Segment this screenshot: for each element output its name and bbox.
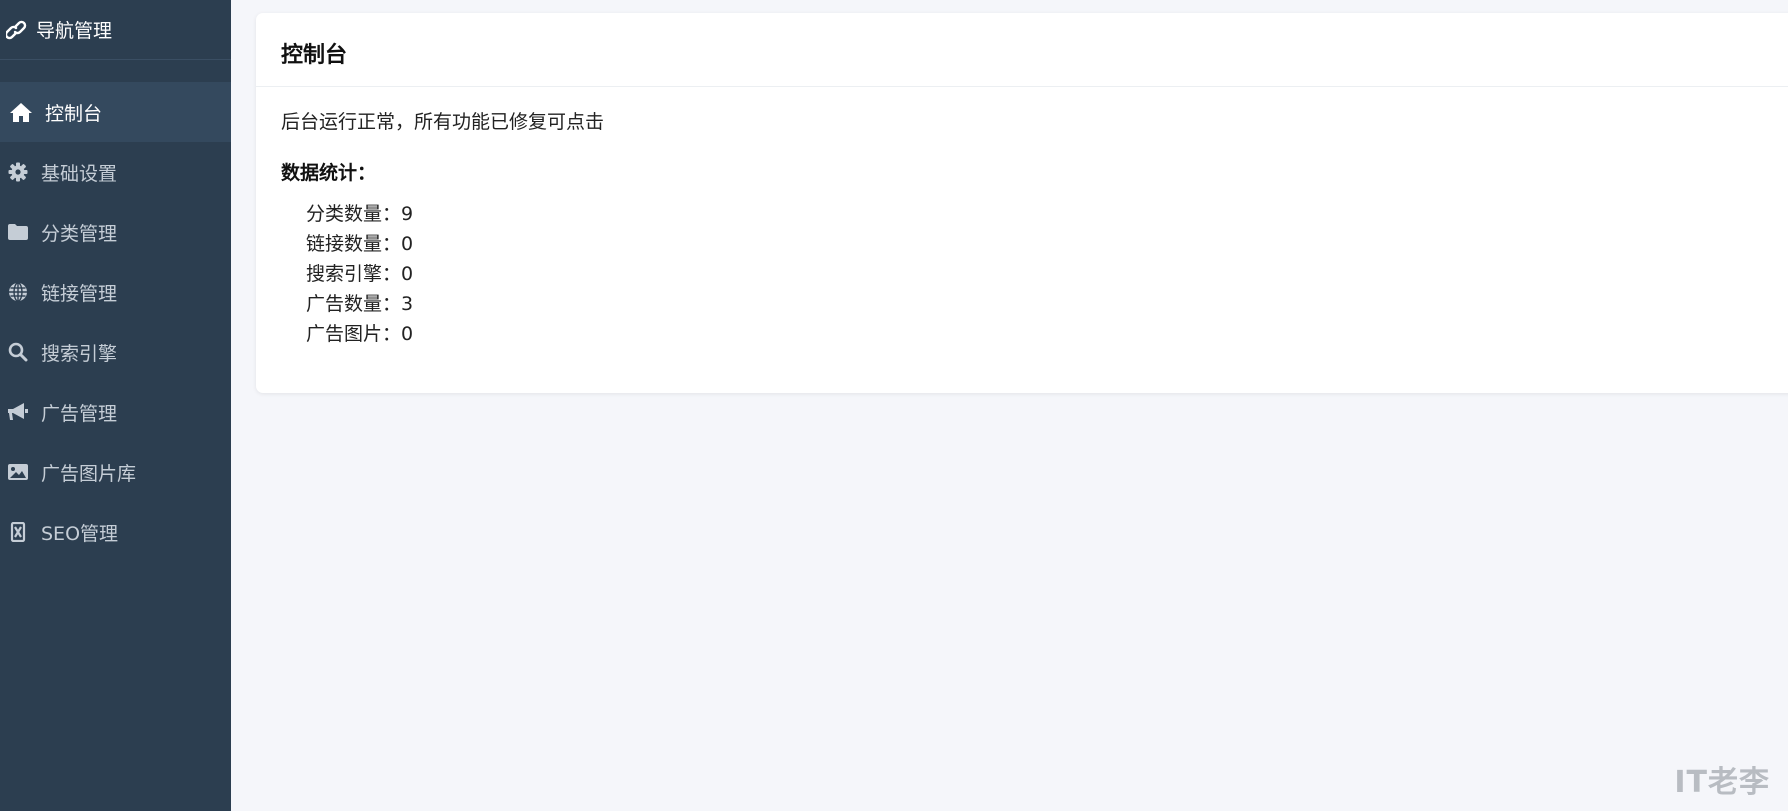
- link-icon: [6, 20, 32, 40]
- sidebar-item-links[interactable]: 链接管理: [0, 262, 231, 322]
- stats-heading: 数据统计：: [281, 162, 377, 184]
- globe-icon: [6, 281, 30, 303]
- sidebar-item-seo[interactable]: SEO管理: [0, 502, 231, 562]
- sidebar-item-ad-images[interactable]: 广告图片库: [0, 442, 231, 502]
- sidebar-item-dashboard[interactable]: 控制台: [0, 82, 231, 142]
- gear-icon: [6, 161, 30, 183]
- sidebar-item-search-engines[interactable]: 搜索引擎: [0, 322, 231, 382]
- image-icon: [6, 461, 30, 483]
- sidebar: 导航管理 控制台 基础设置 分类管理 链接管理 搜索引擎 广告管理 广告图片库 …: [0, 0, 231, 811]
- sidebar-item-categories[interactable]: 分类管理: [0, 202, 231, 262]
- home-icon: [9, 101, 33, 123]
- sidebar-item-label: 广告图片库: [41, 462, 137, 485]
- stats-list: 分类数量：9 链接数量：0 搜索引擎：0 广告数量：3 广告图片：0: [256, 185, 1788, 349]
- sidebar-item-basic-settings[interactable]: 基础设置: [0, 142, 231, 202]
- stat-category-count: 分类数量：9: [306, 203, 414, 225]
- search-icon: [6, 341, 30, 363]
- main-content: 控制台 后台运行正常，所有功能已修复可点击 数据统计： 分类数量：9 链接数量：…: [231, 0, 1788, 811]
- sidebar-item-label: 控制台: [45, 102, 103, 125]
- folder-icon: [6, 221, 30, 243]
- sidebar-item-label: SEO管理: [41, 522, 119, 545]
- page-title: 控制台: [256, 13, 1788, 87]
- stat-ad-count: 广告数量：3: [306, 293, 414, 315]
- sidebar-item-label: 搜索引擎: [41, 342, 118, 365]
- sidebar-menu: 控制台 基础设置 分类管理 链接管理 搜索引擎 广告管理 广告图片库 SEO管理: [0, 82, 231, 562]
- sidebar-item-label: 基础设置: [41, 162, 118, 185]
- dashboard-card: 控制台 后台运行正常，所有功能已修复可点击 数据统计： 分类数量：9 链接数量：…: [256, 13, 1788, 393]
- megaphone-icon: [6, 401, 30, 423]
- sidebar-item-label: 链接管理: [41, 282, 118, 305]
- brand-title: 导航管理: [36, 20, 113, 42]
- status-message: 后台运行正常，所有功能已修复可点击: [281, 111, 605, 133]
- sidebar-item-label: 分类管理: [41, 222, 118, 245]
- watermark: IT老李: [1674, 765, 1770, 800]
- stat-search-engine-count: 搜索引擎：0: [306, 263, 414, 285]
- seo-icon: [6, 521, 30, 543]
- brand[interactable]: 导航管理: [0, 0, 231, 60]
- stat-link-count: 链接数量：0: [306, 233, 414, 255]
- sidebar-item-ads[interactable]: 广告管理: [0, 382, 231, 442]
- stat-ad-image-count: 广告图片：0: [306, 323, 414, 345]
- sidebar-item-label: 广告管理: [41, 402, 118, 425]
